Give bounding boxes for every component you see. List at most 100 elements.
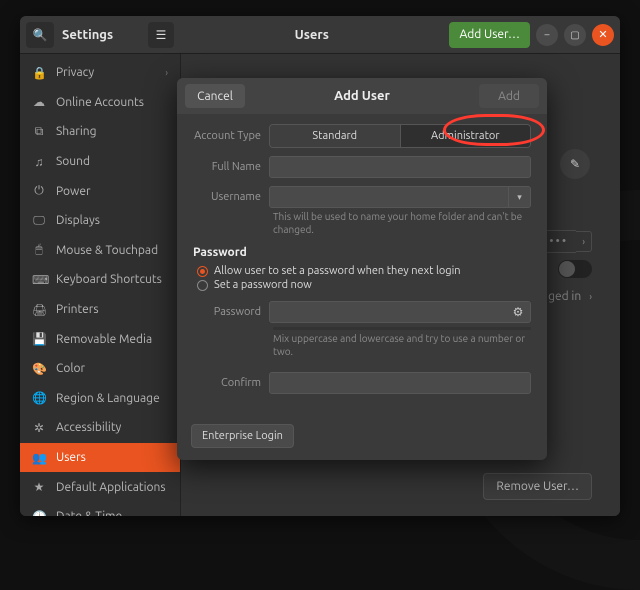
activity-row-hint[interactable]: ged in › bbox=[548, 290, 592, 303]
maximize-button[interactable]: ▢ bbox=[564, 24, 586, 46]
search-icon: 🔍 bbox=[33, 28, 48, 42]
sidebar-item-label: Sound bbox=[56, 155, 90, 168]
sidebar-item-label: Privacy bbox=[56, 66, 94, 79]
sidebar-item-label: Displays bbox=[56, 214, 100, 227]
sidebar-item-label: Date & Time bbox=[56, 510, 122, 516]
radio-set-now-label: Set a password now bbox=[214, 279, 312, 291]
minimize-button[interactable]: – bbox=[536, 24, 558, 46]
username-label: Username bbox=[193, 191, 261, 203]
username-dropdown[interactable]: ▾ bbox=[508, 187, 530, 207]
confirm-input[interactable] bbox=[269, 372, 531, 394]
sidebar-item-label: Accessibility bbox=[56, 421, 121, 434]
sidebar-item-color[interactable]: 🎨 Color bbox=[20, 354, 180, 384]
sidebar-item-keyboard-shortcuts[interactable]: ⌨ Keyboard Shortcuts bbox=[20, 265, 180, 295]
sidebar-item-default-applications[interactable]: ★Default Applications bbox=[20, 472, 180, 502]
sidebar-icon: 🕓 bbox=[32, 510, 46, 516]
dialog-header: Cancel Add User Add bbox=[177, 78, 547, 114]
autologin-row-hint[interactable] bbox=[558, 260, 592, 278]
standard-label: Standard bbox=[312, 130, 357, 142]
add-button[interactable]: Add bbox=[479, 84, 539, 108]
sidebar-item-printers[interactable]: 🖨Printers bbox=[20, 295, 180, 325]
sidebar: 🔒Privacy›☁Online Accounts⧉Sharing♫Sound⏻… bbox=[20, 54, 181, 516]
sidebar-item-label: Removable Media bbox=[56, 333, 152, 346]
remove-user-button[interactable]: Remove User… bbox=[483, 473, 592, 500]
account-type-standard[interactable]: Standard bbox=[270, 125, 400, 147]
add-label: Add bbox=[498, 90, 520, 103]
sidebar-icon: ⌨ bbox=[32, 273, 46, 287]
sidebar-item-label: Region & Language bbox=[56, 392, 160, 405]
sidebar-item-mouse-touchpad[interactable]: 🖱 Mouse & Touchpad bbox=[20, 236, 180, 266]
cancel-label: Cancel bbox=[197, 90, 233, 103]
sidebar-icon: ☁ bbox=[32, 95, 46, 109]
sidebar-icon: 🖵 bbox=[32, 214, 46, 228]
password-section-title: Password bbox=[193, 246, 531, 259]
autologin-toggle[interactable] bbox=[558, 260, 592, 278]
chevron-right-icon: › bbox=[589, 291, 592, 302]
maximize-icon: ▢ bbox=[570, 29, 579, 41]
sidebar-item-power[interactable]: ⏻ Power bbox=[20, 176, 180, 206]
hamburger-button[interactable]: ☰ bbox=[148, 22, 174, 48]
password-strength-bar bbox=[273, 327, 531, 330]
password-hint: Mix uppercase and lowercase and try to u… bbox=[273, 332, 531, 358]
sidebar-icon: 🔒 bbox=[32, 66, 46, 80]
sidebar-item-sound[interactable]: ♫Sound bbox=[20, 147, 180, 177]
sidebar-item-users[interactable]: 👥Users bbox=[20, 443, 180, 473]
account-type-label: Account Type bbox=[193, 130, 261, 142]
account-type-administrator[interactable]: Administrator bbox=[400, 125, 531, 147]
sidebar-item-label: Mouse & Touchpad bbox=[56, 244, 158, 257]
hamburger-icon: ☰ bbox=[156, 28, 167, 42]
sidebar-item-label: Printers bbox=[56, 303, 99, 316]
search-button[interactable]: 🔍 bbox=[26, 22, 54, 48]
sidebar-item-accessibility[interactable]: ✲Accessibility bbox=[20, 413, 180, 443]
sidebar-icon: 🖱 bbox=[32, 243, 46, 257]
pencil-icon: ✎ bbox=[570, 157, 580, 171]
close-button[interactable]: ✕ bbox=[592, 24, 614, 46]
app-title: Settings bbox=[62, 28, 113, 42]
sidebar-icon: ⏻ bbox=[32, 184, 46, 198]
sidebar-item-label: Color bbox=[56, 362, 85, 375]
remove-user-label: Remove User… bbox=[496, 480, 579, 493]
cancel-button[interactable]: Cancel bbox=[185, 84, 245, 108]
edit-profile-button[interactable]: ✎ bbox=[560, 149, 590, 179]
close-icon: ✕ bbox=[598, 28, 607, 41]
gear-icon: ⚙ bbox=[513, 305, 524, 319]
radio-set-now[interactable]: Set a password now bbox=[197, 279, 531, 291]
dialog-title: Add User bbox=[245, 89, 479, 103]
sidebar-icon: ⧉ bbox=[32, 125, 46, 139]
sidebar-item-privacy[interactable]: 🔒Privacy› bbox=[20, 58, 180, 88]
radio-next-login-label: Allow user to set a password when they n… bbox=[214, 265, 461, 277]
administrator-label: Administrator bbox=[431, 130, 500, 142]
add-user-dialog: Cancel Add User Add Account Type Standar… bbox=[177, 78, 547, 460]
full-name-input[interactable] bbox=[269, 156, 531, 178]
full-name-label: Full Name bbox=[193, 161, 261, 173]
sidebar-icon: 🌐 bbox=[32, 391, 46, 405]
password-input[interactable]: ⚙ bbox=[269, 301, 531, 323]
username-hint: This will be used to name your home fold… bbox=[273, 210, 531, 236]
enterprise-login-label: Enterprise Login bbox=[202, 430, 283, 442]
enterprise-login-button[interactable]: Enterprise Login bbox=[191, 424, 294, 448]
sidebar-item-label: Sharing bbox=[56, 125, 97, 138]
confirm-label: Confirm bbox=[193, 377, 261, 389]
sidebar-item-date-time[interactable]: 🕓 Date & Time bbox=[20, 502, 180, 516]
username-input[interactable]: ▾ bbox=[269, 186, 531, 208]
sidebar-item-displays[interactable]: 🖵 Displays bbox=[20, 206, 180, 236]
sidebar-item-sharing[interactable]: ⧉ Sharing bbox=[20, 117, 180, 147]
sidebar-item-online-accounts[interactable]: ☁Online Accounts bbox=[20, 88, 180, 118]
chevron-down-icon: ▾ bbox=[517, 192, 522, 203]
sidebar-icon: 🎨 bbox=[32, 362, 46, 376]
sidebar-item-region-language[interactable]: 🌐 Region & Language bbox=[20, 384, 180, 414]
activity-value: ged in bbox=[548, 290, 581, 303]
radio-icon bbox=[197, 266, 208, 277]
password-label: Password bbox=[193, 306, 261, 318]
minimize-icon: – bbox=[545, 29, 550, 40]
sidebar-icon: ★ bbox=[32, 480, 46, 494]
sidebar-item-label: Keyboard Shortcuts bbox=[56, 273, 162, 286]
generate-password-button[interactable]: ⚙ bbox=[506, 302, 530, 322]
sidebar-item-label: Power bbox=[56, 185, 91, 198]
account-type-segmented: Standard Administrator bbox=[269, 124, 531, 148]
radio-next-login[interactable]: Allow user to set a password when they n… bbox=[197, 265, 531, 277]
sidebar-item-label: Users bbox=[56, 451, 86, 464]
sidebar-icon: 💾 bbox=[32, 332, 46, 346]
sidebar-item-removable-media[interactable]: 💾 Removable Media bbox=[20, 324, 180, 354]
add-user-button[interactable]: Add User… bbox=[449, 22, 530, 48]
